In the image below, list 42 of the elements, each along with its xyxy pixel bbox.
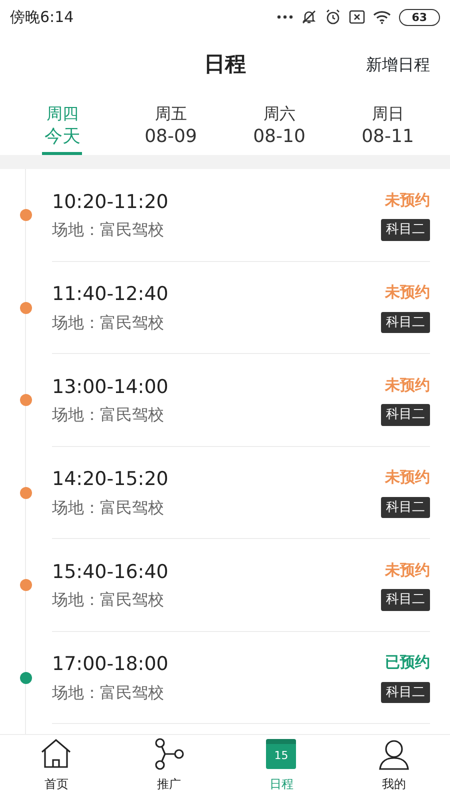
day-tab[interactable]: 周日 08-11 [334,96,442,156]
slot-time: 14:20-15:20 [52,467,168,492]
subject-tag: 科目二 [381,589,430,611]
wifi-icon [372,10,391,24]
slot-venue: 场地：富民驾校 [52,589,165,612]
booking-status: 未预约 [385,282,430,304]
slot-venue: 场地：富民驾校 [52,219,165,242]
subject-tag: 科目二 [381,219,430,241]
subject-tag: 科目二 [381,312,430,334]
slot-venue: 场地：富民驾校 [52,682,165,704]
bell-muted-icon [300,9,317,25]
day-tab[interactable]: 周六 08-10 [225,96,334,156]
profile-icon [376,737,411,771]
slot-time: 15:40-16:40 [52,560,168,585]
sim-icon [348,10,365,24]
slot-time: 13:00-14:00 [52,374,168,400]
booking-status: 未预约 [385,190,430,211]
slot-venue: 场地：富民驾校 [52,496,165,519]
subject-tag: 科目二 [381,404,430,426]
day-tab[interactable]: 周五 08-09 [116,96,225,156]
alarm-icon [324,9,341,25]
slot-time: 10:20-11:20 [52,190,168,215]
slot-venue: 场地：富民驾校 [52,404,165,426]
booking-status: 未预约 [385,374,430,396]
add-schedule-link[interactable]: 新增日程 [366,53,430,77]
slot-venue: 场地：富民驾校 [52,312,165,334]
booking-status: 未预约 [385,560,430,581]
page-title: 日程 [204,51,246,78]
calendar-icon: 15 [266,739,296,769]
nav-tab[interactable]: 首页 [0,735,112,800]
booking-status: 已预约 [385,652,430,674]
booking-status: 未预约 [385,467,430,488]
home-icon [39,737,74,771]
more-icon [276,15,293,19]
slot-time: 11:40-12:40 [52,282,168,308]
subject-tag: 科目二 [381,682,430,704]
subject-tag: 科目二 [381,496,430,518]
battery-indicator: 63 [398,8,440,26]
status-time: 傍晚6:14 [10,6,74,28]
nav-tab[interactable]: 我的 [338,735,450,800]
slot-time: 17:00-18:00 [52,652,168,678]
nav-tab[interactable]: 推广 [112,735,225,800]
